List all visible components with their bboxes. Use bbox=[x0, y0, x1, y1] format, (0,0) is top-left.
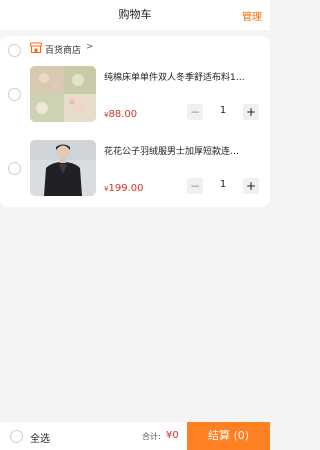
item-select-checkbox[interactable] bbox=[8, 162, 21, 175]
select-all-checkbox[interactable] bbox=[10, 430, 23, 443]
product-title[interactable]: 花花公子羽绒服男士加厚短款连… bbox=[104, 144, 264, 157]
select-all-label[interactable]: 全选 bbox=[30, 430, 50, 445]
product-price: ¥199.00 bbox=[104, 183, 143, 194]
store-icon bbox=[30, 42, 42, 53]
quantity-value[interactable]: 1 bbox=[213, 105, 233, 116]
cart-store-card: 百货商店 > 纯棉床单单件双人冬季舒适布料1… ¥88.00 − 1 + 花花公… bbox=[0, 36, 270, 207]
plus-icon[interactable]: + bbox=[243, 178, 259, 194]
checkout-button[interactable]: 结算 (0) bbox=[187, 422, 270, 450]
quantity-value[interactable]: 1 bbox=[213, 179, 233, 190]
manage-button[interactable]: 管理 bbox=[242, 8, 262, 23]
chevron-right-icon[interactable]: > bbox=[86, 42, 94, 52]
minus-icon[interactable]: − bbox=[187, 178, 203, 194]
page-title: 购物车 bbox=[118, 8, 152, 21]
total-value: ¥0 bbox=[166, 430, 179, 441]
minus-icon[interactable]: − bbox=[187, 104, 203, 120]
plus-icon[interactable]: + bbox=[243, 104, 259, 120]
product-image-jacket[interactable] bbox=[30, 140, 96, 196]
price-value: 199.00 bbox=[108, 183, 144, 194]
product-price: ¥88.00 bbox=[104, 109, 137, 120]
store-header[interactable]: 百货商店 > bbox=[0, 36, 270, 62]
checkout-bar: 全选 合计: ¥0 结算 (0) bbox=[0, 422, 270, 450]
product-title[interactable]: 纯棉床单单件双人冬季舒适布料1… bbox=[104, 70, 264, 83]
top-bar: 购物车 管理 bbox=[0, 0, 270, 30]
product-image-bedsheet[interactable] bbox=[30, 66, 96, 122]
price-value: 88.00 bbox=[108, 109, 138, 120]
store-name: 百货商店 bbox=[45, 46, 82, 56]
total-label: 合计: bbox=[142, 432, 161, 441]
cart-item: 花花公子羽绒服男士加厚短款连… ¥199.00 − 1 + bbox=[0, 140, 270, 200]
store-select-checkbox[interactable] bbox=[8, 44, 21, 57]
quantity-stepper: − 1 + bbox=[187, 104, 259, 120]
quantity-stepper: − 1 + bbox=[187, 178, 259, 194]
cart-item: 纯棉床单单件双人冬季舒适布料1… ¥88.00 − 1 + bbox=[0, 66, 270, 126]
item-select-checkbox[interactable] bbox=[8, 88, 21, 101]
